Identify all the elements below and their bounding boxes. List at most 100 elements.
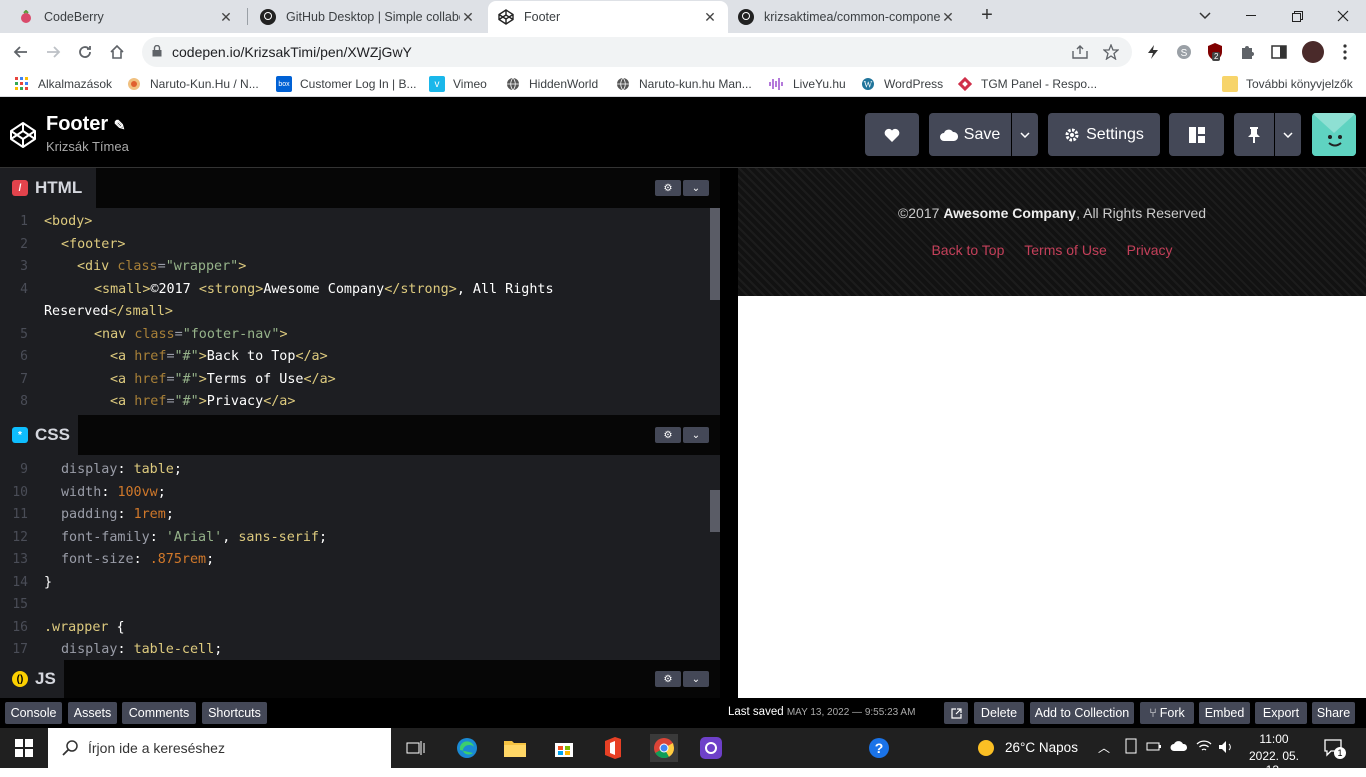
tab-codeberry[interactable]: CodeBerry ✕ <box>8 1 244 33</box>
like-heart-button[interactable] <box>865 113 919 156</box>
bookmark-naruto-kun-man[interactable]: Naruto-kun.hu Man... <box>615 75 752 93</box>
bookmark-apps[interactable]: Alkalmazások <box>14 75 112 93</box>
bookmark-wordpress[interactable]: W WordPress <box>860 75 943 93</box>
edge-browser-icon[interactable] <box>455 736 479 760</box>
bookmark-liveyu[interactable]: LiveYu.hu <box>769 75 846 93</box>
pin-options-dropdown[interactable] <box>1275 113 1301 156</box>
delete-button[interactable]: Delete <box>974 702 1024 724</box>
task-view-icon[interactable] <box>404 736 428 760</box>
tab-github-repo[interactable]: krizsaktimea/common-compone ✕ <box>728 1 966 33</box>
pen-title[interactable]: Footer ✎ <box>46 113 126 136</box>
css-collapse-chevron-icon[interactable]: ⌄ <box>683 427 709 443</box>
minimize-icon[interactable] <box>1228 0 1274 32</box>
user-avatar[interactable] <box>1312 113 1356 156</box>
embed-button[interactable]: Embed <box>1199 702 1250 724</box>
url-bar[interactable]: codepen.io/KrizsakTimi/pen/XWZjGwY <box>142 37 1132 67</box>
menu-dots-icon[interactable] <box>1336 43 1354 61</box>
show-hidden-icons-chevron-icon[interactable]: ︿ <box>1098 739 1110 756</box>
bookmark-other-bookmarks[interactable]: További könyvjelzők <box>1222 75 1353 93</box>
reload-icon[interactable] <box>74 41 96 63</box>
wifi-icon[interactable] <box>1196 739 1212 756</box>
terms-of-use-link[interactable]: Terms of Use <box>1024 242 1106 258</box>
assets-button[interactable]: Assets <box>68 702 117 724</box>
help-icon[interactable]: ? <box>867 736 891 760</box>
file-explorer-icon[interactable] <box>503 736 527 760</box>
console-button[interactable]: Console <box>5 702 62 724</box>
bookmark-naruto-kun[interactable]: Naruto-Kun.Hu / N... <box>126 75 259 93</box>
css-panel-tab[interactable]: * CSS <box>0 415 78 455</box>
edit-pencil-icon[interactable]: ✎ <box>114 117 126 133</box>
speaker-icon[interactable] <box>1218 740 1234 757</box>
side-panel-icon[interactable] <box>1270 43 1288 61</box>
device-icon[interactable] <box>1124 738 1138 757</box>
home-icon[interactable] <box>106 41 128 63</box>
bookmark-hiddenworld[interactable]: HiddenWorld <box>505 75 598 93</box>
comments-button[interactable]: Comments <box>122 702 196 724</box>
bookmark-star-icon[interactable] <box>1102 43 1120 61</box>
microsoft-store-icon[interactable] <box>552 736 576 760</box>
clock-date[interactable]: 2022. 05. 13. <box>1240 749 1308 777</box>
close-tab-icon[interactable]: ✕ <box>940 9 956 26</box>
close-tab-icon[interactable]: ✕ <box>218 9 234 26</box>
tab-footer-active[interactable]: Footer ✕ <box>488 1 728 33</box>
css-scrollbar[interactable] <box>710 490 720 532</box>
battery-icon[interactable] <box>1146 740 1162 755</box>
office-icon[interactable] <box>601 736 625 760</box>
share-icon[interactable] <box>1071 43 1089 61</box>
taskbar-search-box[interactable]: Írjon ide a kereséshez <box>48 728 391 768</box>
back-to-top-link[interactable]: Back to Top <box>931 242 1004 258</box>
extensions-puzzle-icon[interactable] <box>1238 43 1256 61</box>
close-window-icon[interactable] <box>1320 0 1366 32</box>
save-options-dropdown[interactable] <box>1012 113 1038 156</box>
html-settings-gear-icon[interactable]: ⚙ <box>655 180 681 196</box>
tab-github-desktop[interactable]: GitHub Desktop | Simple collabo ✕ <box>250 1 486 33</box>
tab-separator <box>247 8 248 25</box>
css-settings-gear-icon[interactable]: ⚙ <box>655 427 681 443</box>
settings-button[interactable]: Settings <box>1048 113 1160 156</box>
tab-search-chevron-icon[interactable] <box>1182 0 1228 32</box>
privacy-link[interactable]: Privacy <box>1127 242 1173 258</box>
onedrive-cloud-icon[interactable] <box>1170 740 1188 755</box>
github-desktop-icon[interactable] <box>699 736 723 760</box>
html-scrollbar[interactable] <box>710 208 720 300</box>
bookmark-box[interactable]: box Customer Log In | B... <box>276 75 417 93</box>
html-panel-tab[interactable]: / HTML <box>0 168 96 208</box>
pen-author[interactable]: Krizsák Tímea <box>46 139 129 154</box>
open-external-icon[interactable] <box>944 702 968 724</box>
restore-icon[interactable] <box>1274 0 1320 32</box>
chrome-icon[interactable] <box>650 734 678 762</box>
codepen-logo-icon[interactable] <box>9 121 37 149</box>
back-arrow-icon[interactable] <box>10 41 32 63</box>
close-tab-icon[interactable]: ✕ <box>460 9 476 26</box>
js-collapse-chevron-icon[interactable]: ⌄ <box>683 671 709 687</box>
bookmark-vimeo[interactable]: v Vimeo <box>429 75 487 93</box>
close-tab-icon[interactable]: ✕ <box>702 9 718 26</box>
save-button[interactable]: Save <box>929 113 1011 156</box>
pin-button[interactable] <box>1234 113 1274 156</box>
html-code-editor[interactable]: 1 <body> 2 <footer> 3 <div class="wrapper">… <box>0 208 720 415</box>
clock-time[interactable]: 11:00 <box>1246 732 1302 746</box>
notifications-icon[interactable]: 1 <box>1324 739 1346 760</box>
resize-divider[interactable] <box>720 168 738 698</box>
ublock-extension-icon[interactable]: 2 <box>1206 43 1224 61</box>
windows-start-icon[interactable] <box>12 736 36 760</box>
new-tab-button[interactable]: + <box>976 5 998 27</box>
lightning-extension-icon[interactable] <box>1144 43 1162 61</box>
shortcuts-button[interactable]: Shortcuts <box>202 702 267 724</box>
js-panel-tab[interactable]: () JS <box>0 660 64 698</box>
forward-arrow-icon[interactable] <box>42 41 64 63</box>
html-collapse-chevron-icon[interactable]: ⌄ <box>683 180 709 196</box>
skype-extension-icon[interactable]: S <box>1175 43 1193 61</box>
profile-avatar[interactable] <box>1302 41 1324 63</box>
weather-text[interactable]: 26°C Napos <box>1005 740 1078 755</box>
js-settings-gear-icon[interactable]: ⚙ <box>655 671 681 687</box>
sunny-weather-icon[interactable] <box>974 736 998 760</box>
share-button[interactable]: Share <box>1312 702 1355 724</box>
footer-copyright: ©2017 Awesome Company, All Rights Reserv… <box>897 205 1207 221</box>
export-button[interactable]: Export <box>1255 702 1307 724</box>
fork-button[interactable]: ⑂ Fork <box>1140 702 1194 724</box>
change-view-button[interactable] <box>1169 113 1224 156</box>
add-to-collection-button[interactable]: Add to Collection <box>1030 702 1134 724</box>
css-code-editor[interactable]: 9 display: table; 10 width: 100vw; 11 paddi… <box>0 455 720 660</box>
bookmark-tgm-panel[interactable]: TGM Panel - Respo... <box>957 75 1097 93</box>
